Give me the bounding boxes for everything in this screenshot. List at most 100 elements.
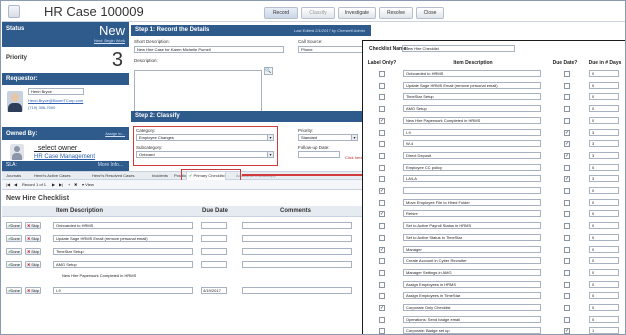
item-description-field[interactable]: Corporate Only Checklist: [403, 304, 541, 311]
due-days-field[interactable]: 0: [589, 268, 619, 276]
last-record-icon[interactable]: ▶|: [59, 180, 63, 190]
label-only-checkbox[interactable]: [379, 234, 385, 241]
done-button[interactable]: Done: [6, 248, 22, 255]
requestor-email-link[interactable]: Henri.Bryce@BoomTCorp.com: [28, 98, 83, 103]
due-days-field[interactable]: 0: [589, 198, 619, 206]
due-date-field[interactable]: [201, 222, 227, 229]
select-owner-link[interactable]: _select owner_: [34, 145, 81, 152]
skip-button[interactable]: Skip: [25, 287, 41, 294]
stage-classify-button[interactable]: Classify: [301, 7, 335, 19]
due-days-field[interactable]: 0: [589, 257, 619, 265]
done-button[interactable]: Done: [6, 222, 22, 229]
label-only-checkbox[interactable]: [379, 316, 385, 323]
due-date-field[interactable]: [201, 248, 227, 255]
item-description-field[interactable]: Corporate: Badge set up: [403, 327, 541, 334]
skip-button[interactable]: Skip: [25, 235, 41, 242]
due-date-field[interactable]: [201, 235, 227, 242]
due-date-checkbox[interactable]: ✓: [564, 152, 570, 159]
label-only-checkbox[interactable]: [379, 82, 385, 89]
due-date-checkbox[interactable]: [564, 82, 570, 89]
due-date-checkbox[interactable]: [564, 293, 570, 300]
item-description-field[interactable]: Update Sage HRMS Email (remove personal …: [403, 81, 541, 89]
due-days-field[interactable]: 3: [589, 140, 619, 148]
label-only-checkbox[interactable]: [379, 293, 385, 300]
due-days-field[interactable]: 0: [589, 187, 619, 194]
comments-field[interactable]: [242, 248, 352, 255]
category-select[interactable]: Employee Changes ▾: [136, 134, 274, 141]
due-date-checkbox[interactable]: [564, 106, 570, 113]
due-date-checkbox[interactable]: [564, 199, 570, 206]
label-only-checkbox[interactable]: [379, 141, 385, 148]
due-days-field[interactable]: 1: [589, 327, 619, 334]
due-days-field[interactable]: 0: [589, 105, 619, 113]
due-days-field[interactable]: 0: [589, 163, 619, 171]
label-only-checkbox[interactable]: ✓: [379, 305, 385, 311]
label-only-checkbox[interactable]: [379, 269, 385, 276]
label-only-checkbox[interactable]: ✓: [379, 117, 385, 124]
label-only-checkbox[interactable]: [379, 328, 385, 334]
item-description-field[interactable]: Set to Active Status in TimeStar: [403, 233, 541, 241]
comments-field[interactable]: [242, 261, 352, 268]
done-button[interactable]: Done: [6, 235, 22, 242]
due-days-field[interactable]: 0: [589, 116, 619, 124]
stage-resolve-button[interactable]: Resolve: [379, 7, 413, 19]
item-description-field[interactable]: LA/LA: [403, 175, 541, 183]
label-only-checkbox[interactable]: [379, 223, 385, 230]
comments-field[interactable]: [242, 287, 352, 294]
due-date-checkbox[interactable]: [564, 246, 570, 253]
label-only-checkbox[interactable]: ✓: [379, 246, 385, 253]
label-only-checkbox[interactable]: [379, 281, 385, 288]
due-days-field[interactable]: 3: [589, 128, 619, 136]
due-days-field[interactable]: 0: [589, 245, 619, 253]
item-description-field[interactable]: Set to Active Payroll Status in HRMS: [403, 222, 541, 230]
due-date-checkbox[interactable]: ✓: [564, 176, 570, 183]
due-date-checkbox[interactable]: ✓: [564, 328, 570, 334]
due-days-field[interactable]: 0: [589, 210, 619, 218]
label-only-checkbox[interactable]: [379, 176, 385, 183]
due-days-field[interactable]: 0: [589, 222, 619, 230]
item-description-field[interactable]: AMG Setup: [403, 105, 541, 113]
tab-resolved-cases[interactable]: Henri's Resolved Cases: [90, 172, 135, 180]
label-only-checkbox[interactable]: ✓: [379, 211, 385, 218]
item-description-field[interactable]: Assign Employees in TimeStar: [403, 292, 541, 300]
due-days-field[interactable]: 0: [589, 315, 619, 323]
due-date-checkbox[interactable]: [564, 71, 570, 77]
item-description-field[interactable]: [403, 187, 541, 194]
priority-select[interactable]: Standard ▾: [298, 134, 358, 141]
sla-more-info-link[interactable]: More Info...: [98, 161, 123, 170]
call-source-select[interactable]: Phone: [298, 46, 368, 53]
first-record-icon[interactable]: |◀: [6, 180, 10, 190]
item-description-field[interactable]: Manager: [403, 245, 541, 253]
delete-icon[interactable]: ✖: [74, 180, 77, 190]
checklist-item-field[interactable]: Update Sage HRMS Email (remove personal …: [53, 235, 193, 242]
prev-record-icon[interactable]: ◀: [14, 180, 17, 190]
due-days-field[interactable]: 0: [589, 292, 619, 300]
skip-button[interactable]: Skip: [25, 261, 41, 268]
checklist-item-field[interactable]: TimeStar Setup: [53, 248, 193, 255]
subcategory-select[interactable]: Onboard ▾: [136, 151, 274, 158]
due-days-field[interactable]: 0: [589, 81, 619, 89]
due-date-checkbox[interactable]: ✓: [564, 141, 570, 148]
due-date-checkbox[interactable]: [564, 269, 570, 276]
skip-button[interactable]: Skip: [25, 248, 41, 255]
assign-to-link[interactable]: Assign to...: [105, 128, 125, 140]
item-description-field[interactable]: Onboarded to HRMS: [403, 70, 541, 77]
item-description-field[interactable]: Rehire: [403, 210, 541, 218]
item-description-field[interactable]: TimeStar Setup: [403, 93, 541, 101]
label-only-checkbox[interactable]: [379, 164, 385, 171]
item-description-field[interactable]: Move Employee File to Hired Folder: [403, 198, 541, 206]
done-button[interactable]: Done: [6, 261, 22, 268]
checklist-item-field[interactable]: AMG Setup: [53, 261, 193, 268]
label-only-checkbox[interactable]: [379, 152, 385, 159]
click-here-link[interactable]: Click here: [345, 155, 363, 160]
label-only-checkbox[interactable]: [379, 258, 385, 265]
due-date-field[interactable]: 4/19/2017: [201, 287, 227, 294]
due-date-checkbox[interactable]: [564, 258, 570, 265]
due-days-field[interactable]: 3: [589, 151, 619, 159]
due-date-checkbox[interactable]: ✓: [564, 129, 570, 136]
due-days-field[interactable]: 0: [589, 93, 619, 101]
tab-active-cases[interactable]: Henri's Active Cases: [32, 172, 71, 180]
spellcheck-icon[interactable]: 🔍: [264, 67, 273, 75]
add-icon[interactable]: +: [68, 180, 70, 190]
item-description-field[interactable]: Direct Deposit: [403, 151, 541, 159]
